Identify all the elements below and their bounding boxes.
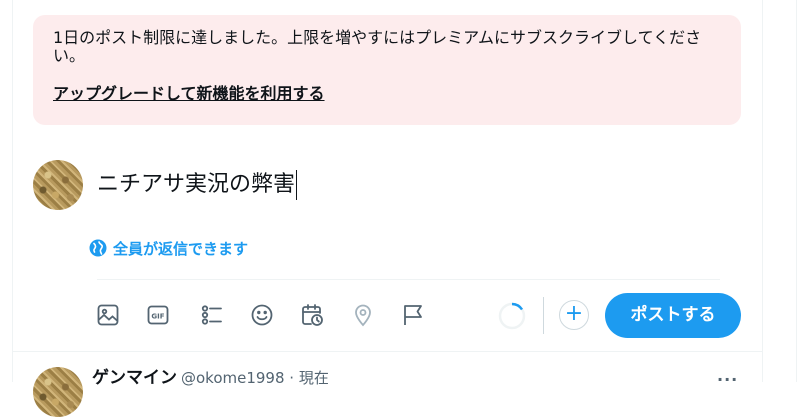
compose-bottom-border (12, 351, 762, 352)
image-icon (97, 304, 119, 326)
feed-avatar[interactable] (33, 367, 83, 417)
more-options-button[interactable]: ··· (717, 370, 741, 390)
reply-setting-label: 全員が返信できます (113, 239, 249, 258)
compose-textbox[interactable]: ニチアサ実況の弊害 (97, 170, 298, 200)
gif-icon: GIF (147, 305, 169, 325)
poll-button[interactable] (199, 302, 225, 328)
toolbar-separator (543, 297, 544, 334)
globe-icon (89, 239, 107, 257)
emoji-button[interactable] (249, 302, 275, 328)
location-icon (355, 304, 371, 327)
add-post-button[interactable]: + (559, 300, 589, 330)
svg-text:GIF: GIF (151, 313, 164, 321)
poll-icon (201, 305, 222, 325)
post-limit-message: 1日のポスト制限に達しました。上限を増やすにはプレミアムにサブスクライブしてくだ… (53, 28, 702, 65)
upgrade-link[interactable]: アップグレードして新機能を利用する (53, 80, 325, 104)
user-avatar[interactable] (33, 160, 83, 210)
location-button[interactable] (350, 302, 376, 328)
gif-button[interactable]: GIF (145, 302, 171, 328)
feed-post-header: ゲンマイン @okome1998 · 現在 (92, 367, 329, 389)
compose-divider (97, 279, 720, 280)
sidebar-edge (796, 0, 800, 382)
post-button[interactable]: ポストする (605, 293, 741, 338)
compose-text: ニチアサ実況の弊害 (97, 172, 296, 197)
media-button[interactable] (95, 302, 121, 328)
schedule-icon (302, 304, 323, 326)
flag-icon (404, 305, 422, 325)
flag-button[interactable] (400, 302, 426, 328)
schedule-button[interactable] (299, 302, 325, 328)
text-caret (296, 170, 298, 200)
character-count-ring (498, 302, 526, 330)
author-handle-time[interactable]: @okome1998 · 現在 (181, 369, 329, 387)
emoji-icon (251, 304, 273, 326)
author-name[interactable]: ゲンマイン (92, 368, 177, 388)
reply-setting-button[interactable]: 全員が返信できます (89, 238, 248, 258)
post-limit-banner: 1日のポスト制限に達しました。上限を増やすにはプレミアムにサブスクライブしてくだ… (33, 15, 741, 125)
